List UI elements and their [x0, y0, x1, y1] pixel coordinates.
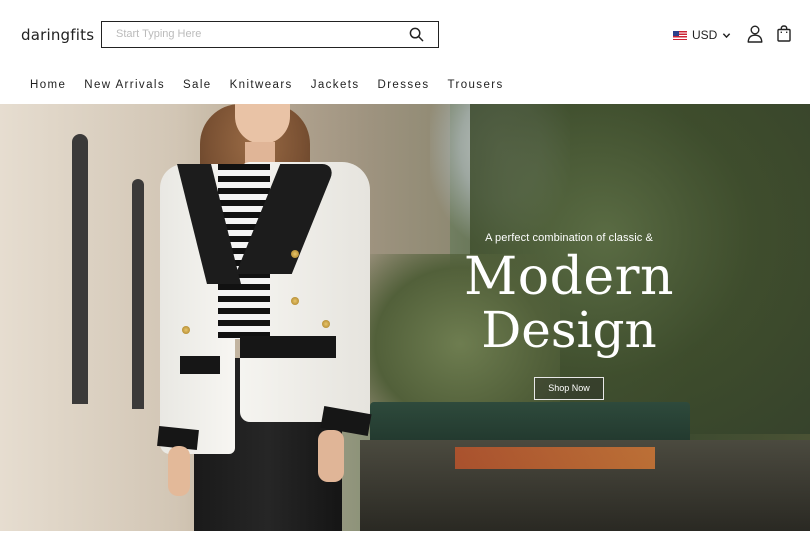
search-input[interactable] — [116, 22, 396, 46]
currency-selector[interactable]: USD — [673, 27, 731, 43]
nav-item-trousers[interactable]: Trousers — [447, 79, 503, 91]
hero-content: A perfect combination of classic & Moder… — [0, 104, 810, 531]
nav-item-home[interactable]: Home — [30, 79, 66, 91]
page-below-hero — [0, 531, 810, 540]
nav-item-new-arrivals[interactable]: New Arrivals — [84, 79, 165, 91]
search-bar — [101, 21, 439, 48]
main-nav: Home New Arrivals Sale Knitwears Jackets… — [30, 79, 522, 91]
hero-heading-line2: Design — [481, 301, 657, 359]
hero-tagline: A perfect combination of classic & — [485, 232, 653, 244]
site-logo[interactable]: daringfits — [21, 26, 94, 44]
shop-now-button[interactable]: Shop Now — [534, 377, 604, 400]
site-header: daringfits USD Home New Arrivals Sale Kn… — [0, 0, 810, 104]
us-flag-icon — [673, 30, 687, 40]
nav-item-sale[interactable]: Sale — [183, 79, 212, 91]
nav-item-jackets[interactable]: Jackets — [311, 79, 360, 91]
currency-label: USD — [692, 28, 718, 42]
nav-item-knitwears[interactable]: Knitwears — [230, 79, 293, 91]
search-icon[interactable] — [409, 27, 424, 42]
user-icon[interactable] — [747, 25, 763, 43]
shopping-bag-icon[interactable] — [777, 25, 791, 42]
hero-heading-line1: Modern — [464, 247, 674, 307]
chevron-down-icon — [723, 32, 731, 38]
nav-item-dresses[interactable]: Dresses — [378, 79, 430, 91]
hero-banner: A perfect combination of classic & Moder… — [0, 104, 810, 531]
